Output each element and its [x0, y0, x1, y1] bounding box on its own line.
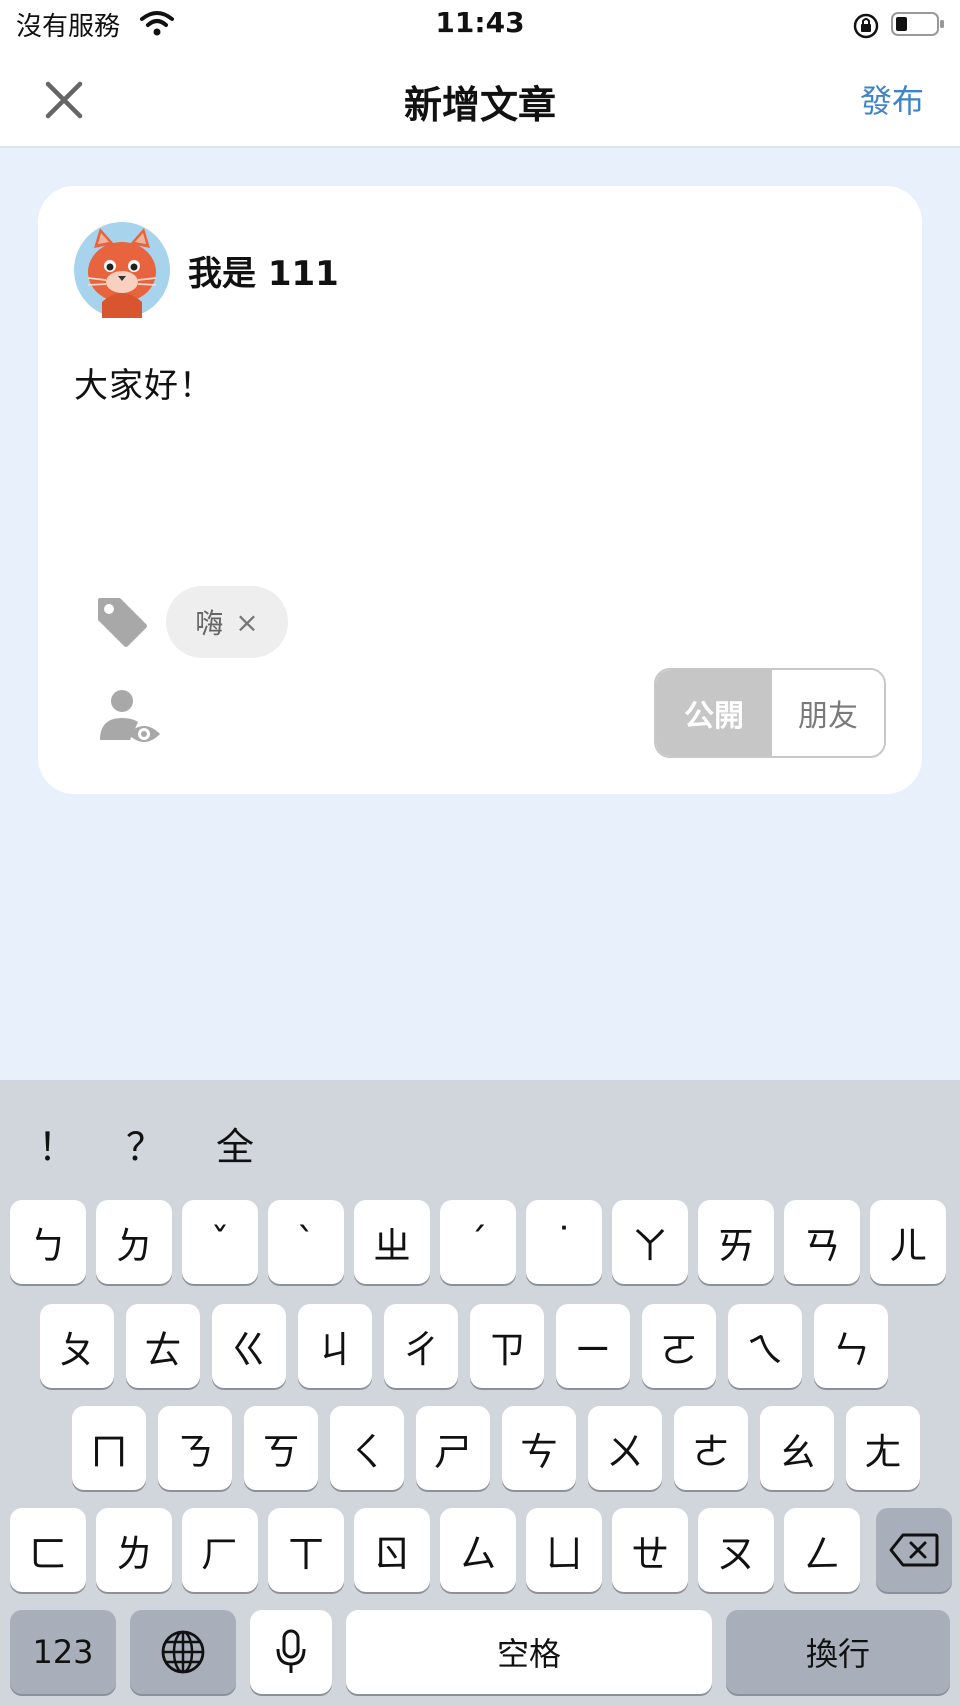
key[interactable]: ㄐ	[298, 1304, 372, 1388]
tag-icon[interactable]	[94, 594, 150, 650]
key[interactable]: ㄒ	[268, 1508, 344, 1592]
key[interactable]: ˊ	[440, 1200, 516, 1284]
key[interactable]: ㄜ	[674, 1406, 748, 1490]
status-bar: 沒有服務 11:43	[0, 0, 960, 52]
key[interactable]: ㄅ	[10, 1200, 86, 1284]
key[interactable]: ㄖ	[354, 1508, 430, 1592]
tag-chip[interactable]: 嗨 ×	[166, 586, 288, 658]
key[interactable]: ㄏ	[182, 1508, 258, 1592]
key[interactable]: ㄆ	[40, 1304, 114, 1388]
globe-key[interactable]	[130, 1610, 236, 1694]
key[interactable]: ㄈ	[10, 1508, 86, 1592]
key[interactable]: ㄙ	[440, 1508, 516, 1592]
key[interactable]: ㄡ	[698, 1508, 774, 1592]
avatar	[74, 222, 170, 318]
key[interactable]: ㄟ	[728, 1304, 802, 1388]
nav-bar: 新增文章 發布	[0, 52, 960, 148]
key[interactable]: ㄋ	[158, 1406, 232, 1490]
battery-icon	[891, 12, 944, 36]
orientation-lock-icon	[853, 13, 879, 39]
key[interactable]: ㄣ	[814, 1304, 888, 1388]
key[interactable]: ㄤ	[846, 1406, 920, 1490]
key[interactable]: ˋ	[268, 1200, 344, 1284]
publish-button[interactable]: 發布	[860, 76, 924, 122]
key[interactable]: ㄚ	[612, 1200, 688, 1284]
return-key[interactable]: 換行	[726, 1610, 950, 1694]
key[interactable]: ㄢ	[784, 1200, 860, 1284]
key[interactable]: ㄠ	[760, 1406, 834, 1490]
key[interactable]: ㄩ	[526, 1508, 602, 1592]
visibility-toggle: 公開 朋友	[654, 668, 886, 758]
key[interactable]: ㄞ	[698, 1200, 774, 1284]
post-content-input[interactable]: 大家好！	[74, 358, 214, 407]
key[interactable]: ˇ	[182, 1200, 258, 1284]
delete-key[interactable]	[876, 1508, 952, 1592]
suggestion-exclaim[interactable]: ！	[38, 1116, 76, 1171]
key[interactable]: ㄛ	[642, 1304, 716, 1388]
page-title: 新增文章	[403, 83, 556, 127]
visibility-option-public[interactable]: 公開	[656, 670, 772, 756]
globe-icon	[161, 1630, 205, 1674]
key[interactable]: ㄔ	[384, 1304, 458, 1388]
key[interactable]: ㄊ	[126, 1304, 200, 1388]
key[interactable]: ˙	[526, 1200, 602, 1284]
key[interactable]: ㄥ	[784, 1508, 860, 1592]
keyboard: ！ ？ 全 ㄅ ㄉ ˇ ˋ ㄓ ˊ ˙ ㄚ ㄞ ㄢ ㄦ ㄆ ㄊ ㄍ ㄐ ㄔ ㄗ …	[0, 1080, 960, 1706]
username: 我是 111	[188, 254, 339, 294]
key[interactable]: ㄕ	[416, 1406, 490, 1490]
visibility-icon	[100, 690, 160, 742]
suggestion-question[interactable]: ？	[126, 1116, 164, 1171]
key[interactable]: ㄉ	[96, 1200, 172, 1284]
key[interactable]: ㄎ	[244, 1406, 318, 1490]
suggestion-full[interactable]: 全	[216, 1116, 254, 1171]
visibility-option-friends[interactable]: 朋友	[772, 670, 884, 756]
key[interactable]: ㄘ	[502, 1406, 576, 1490]
key[interactable]: ㄧ	[556, 1304, 630, 1388]
key[interactable]: ㄍ	[212, 1304, 286, 1388]
compose-card: 我是 111 大家好！ 嗨 × 公開 朋友	[38, 186, 922, 794]
tag-label: 嗨	[195, 607, 224, 640]
microphone-icon	[276, 1629, 306, 1673]
key[interactable]: ㄌ	[96, 1508, 172, 1592]
key[interactable]: ㄨ	[588, 1406, 662, 1490]
clock: 11:43	[435, 6, 525, 39]
dictation-key[interactable]	[250, 1610, 332, 1694]
key[interactable]: ㄦ	[870, 1200, 946, 1284]
key[interactable]: ㄑ	[330, 1406, 404, 1490]
backspace-icon	[889, 1533, 939, 1567]
key[interactable]: ㄗ	[470, 1304, 544, 1388]
key[interactable]: ㄝ	[612, 1508, 688, 1592]
space-key[interactable]: 空格	[346, 1610, 712, 1694]
numbers-key[interactable]: 123	[10, 1610, 116, 1694]
tag-remove-icon[interactable]: ×	[235, 606, 258, 639]
key[interactable]: ㄓ	[354, 1200, 430, 1284]
key[interactable]: ㄇ	[72, 1406, 146, 1490]
